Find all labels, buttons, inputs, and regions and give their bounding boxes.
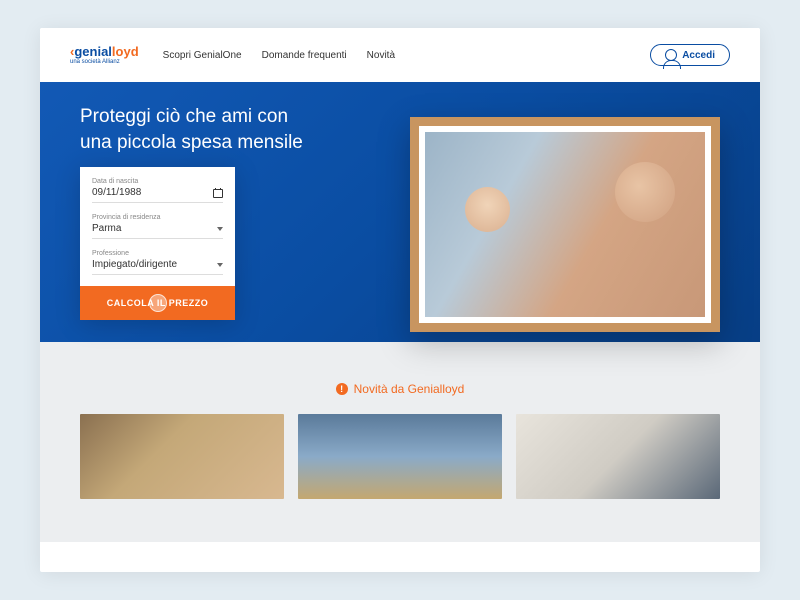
logo-text: ‹genialloyd [70, 45, 139, 58]
nav-news[interactable]: Novità [367, 50, 395, 61]
quote-form: Data di nascita 09/11/1988 Provincia di … [80, 167, 235, 320]
info-icon: ! [336, 383, 348, 395]
calculate-button[interactable]: CALCOLA IL PREZZO [80, 286, 235, 320]
birth-field[interactable]: Data di nascita 09/11/1988 [92, 178, 223, 203]
nav: Scopri GenialOne Domande frequenti Novit… [163, 50, 627, 61]
profession-value: Impiegato/dirigente [92, 259, 177, 270]
birth-label: Data di nascita [92, 178, 223, 185]
header: ‹genialloyd una società Allianz Scopri G… [40, 28, 760, 82]
login-button[interactable]: Accedi [650, 44, 730, 66]
hero-photo [425, 132, 705, 317]
profession-label: Professione [92, 250, 223, 257]
news-title: Novità da Genialloyd [354, 382, 465, 396]
chevron-down-icon [217, 263, 223, 267]
province-field[interactable]: Provincia di residenza Parma [92, 214, 223, 239]
login-label: Accedi [682, 50, 715, 61]
photo-frame [410, 117, 720, 332]
province-value: Parma [92, 223, 121, 234]
logo-sub: una società Allianz [70, 59, 139, 65]
news-card[interactable] [516, 414, 720, 499]
hero-title: Proteggi ciò che ami con una piccola spe… [40, 82, 320, 155]
calendar-icon [213, 188, 223, 198]
frame-mat [419, 126, 711, 323]
chevron-down-icon [217, 227, 223, 231]
birth-value: 09/11/1988 [92, 187, 141, 198]
cta-label: CALCOLA IL PREZZO [107, 298, 209, 308]
logo[interactable]: ‹genialloyd una società Allianz [70, 45, 139, 65]
news-cards [40, 414, 760, 499]
province-label: Provincia di residenza [92, 214, 223, 221]
nav-discover[interactable]: Scopri GenialOne [163, 50, 242, 61]
news-card[interactable] [298, 414, 502, 499]
page: ‹genialloyd una società Allianz Scopri G… [40, 28, 760, 572]
hero: Proteggi ciò che ami con una piccola spe… [40, 82, 760, 342]
nav-faq[interactable]: Domande frequenti [262, 50, 347, 61]
user-icon [665, 49, 677, 61]
news-card[interactable] [80, 414, 284, 499]
news-section: ! Novità da Genialloyd [40, 342, 760, 542]
profession-field[interactable]: Professione Impiegato/dirigente [92, 250, 223, 275]
news-header: ! Novità da Genialloyd [40, 382, 760, 396]
